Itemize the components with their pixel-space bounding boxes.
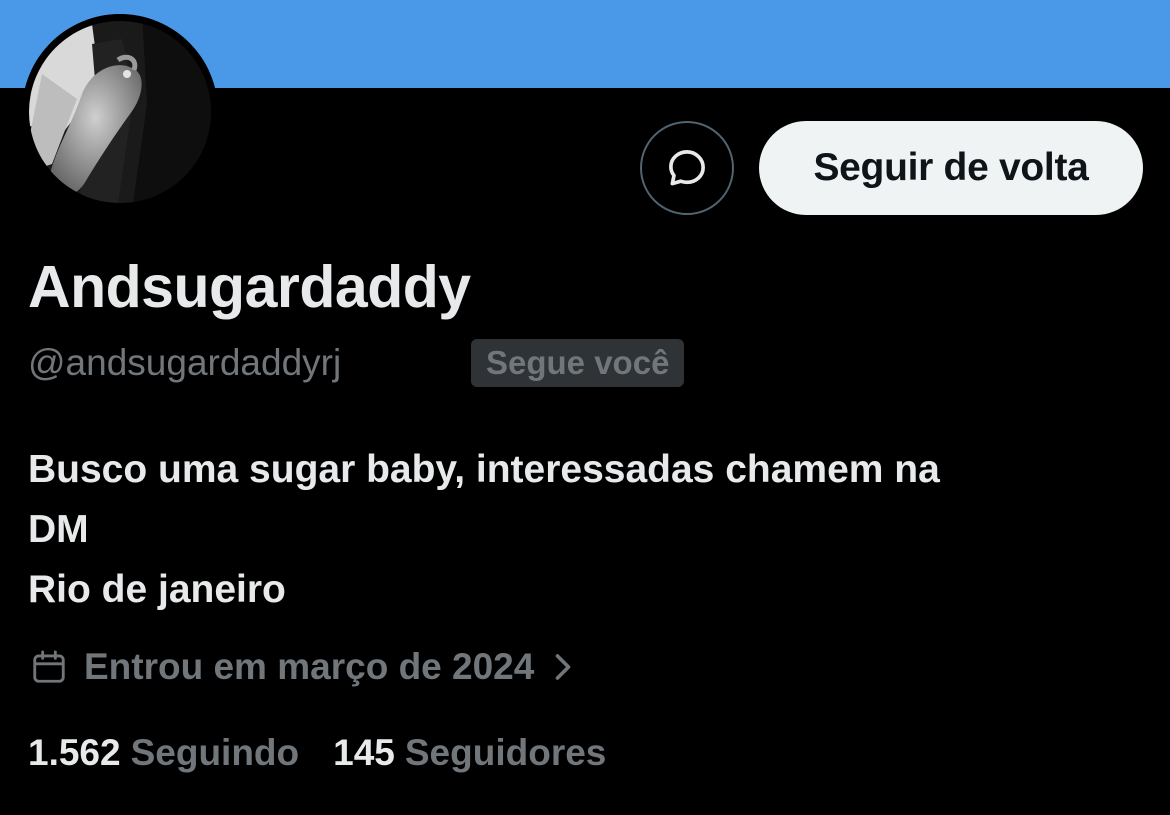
bio-line: Busco uma sugar baby, interessadas chame…: [28, 448, 940, 491]
profile-page: Seguir de volta Andsugardaddy @andsugard…: [0, 0, 1170, 815]
followers-label: Seguidores: [404, 732, 607, 773]
followers-count: 145: [333, 732, 395, 773]
joined-text: Entrou em março de 2024: [84, 646, 535, 687]
follows-you-badge: Segue você: [471, 339, 685, 387]
follow-stats: 1.562 Seguindo 145 Seguidores: [28, 727, 606, 779]
following-label: Seguindo: [130, 732, 300, 773]
user-handle: @andsugardaddyrj: [28, 342, 342, 383]
bio-line: DM: [28, 508, 89, 551]
avatar[interactable]: [22, 14, 218, 210]
following-count: 1.562: [28, 732, 121, 773]
following-link[interactable]: 1.562 Seguindo: [28, 732, 299, 774]
display-name: Andsugardaddy: [28, 254, 471, 320]
avatar-image: [22, 14, 218, 210]
followers-link[interactable]: 145 Seguidores: [333, 732, 606, 774]
chevron-right-icon: [552, 652, 574, 682]
message-bubble-icon: [665, 146, 709, 190]
follow-back-button[interactable]: Seguir de volta: [759, 121, 1143, 215]
bio-line: Rio de janeiro: [28, 568, 286, 611]
message-button[interactable]: [640, 121, 734, 215]
joined-date[interactable]: Entrou em março de 2024: [30, 642, 574, 692]
calendar-icon: [30, 648, 68, 686]
profile-bio: Busco uma sugar baby, interessadas chame…: [28, 440, 1138, 620]
